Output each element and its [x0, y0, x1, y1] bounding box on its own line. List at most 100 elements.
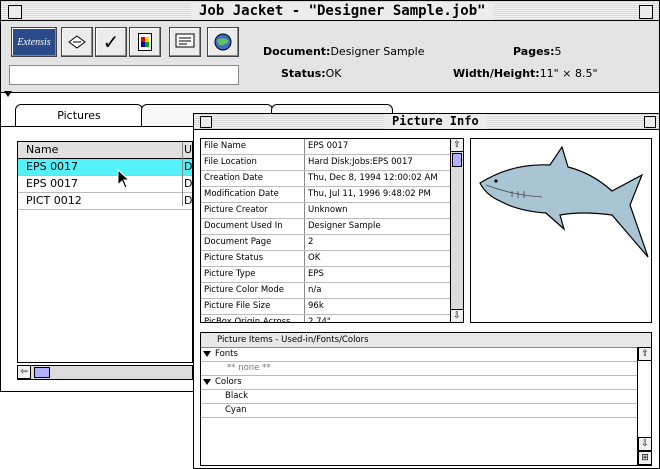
extensis-button[interactable]: Extensis: [11, 27, 57, 57]
fields-container: File Name EPS 0017 File Location Hard Disk:…: [201, 139, 463, 323]
info-field-row[interactable]: Modification Date Thu, Jul 11, 1996 9:48:…: [201, 187, 463, 203]
color-button[interactable]: [129, 27, 161, 57]
field-key: PicBox Origin Across: [201, 315, 305, 322]
info-field-row[interactable]: File Name EPS 0017: [201, 139, 463, 155]
size-label: Width/Height:: [453, 67, 540, 80]
monitor-icon: [175, 33, 195, 48]
fonts-group[interactable]: Fonts: [201, 348, 651, 362]
close-box[interactable]: [8, 5, 22, 19]
fonts-label: Fonts: [215, 349, 238, 359]
field-key: File Location: [201, 155, 305, 170]
items-header: Picture Items - Used-in/Fonts/Colors: [201, 333, 651, 348]
list-row-1[interactable]: EPS 0017 D: [18, 159, 192, 176]
toolbar-panel: Extensis ✓ Document:Designer Sample Stat…: [1, 21, 659, 93]
field-key: Picture Type: [201, 267, 305, 282]
color-name: Cyan: [225, 405, 247, 415]
row-u: D: [184, 160, 193, 173]
field-value: Hard Disk:Jobs:EPS 0017: [308, 157, 413, 167]
pages-label: Pages:: [513, 45, 555, 58]
info-field-row[interactable]: Picture Status OK: [201, 251, 463, 267]
field-key: Picture Creator: [201, 203, 305, 218]
zoom-box[interactable]: [639, 5, 653, 19]
color-row-black[interactable]: Black: [201, 390, 651, 404]
info-field-row[interactable]: Picture Creator Unknown: [201, 203, 463, 219]
info-close-box[interactable]: [200, 116, 212, 128]
info-scroll-thumb[interactable]: [452, 153, 462, 167]
colors-group[interactable]: Colors: [201, 376, 651, 390]
field-key: File Name: [201, 139, 305, 154]
color-row-cyan[interactable]: Cyan: [201, 404, 651, 418]
document-label: Document:: [263, 45, 331, 58]
fonts-none: ** none **: [227, 363, 271, 373]
pictures-list: Name U EPS 0017 D EPS 0017 D PICT 0012 D: [17, 141, 193, 363]
field-key: Creation Date: [201, 171, 305, 186]
scroll-down-icon[interactable]: ⇩: [450, 309, 464, 323]
info-field-row[interactable]: Document Used In Designer Sample: [201, 219, 463, 235]
field-key: Document Used In: [201, 219, 305, 234]
printer-driver-button[interactable]: [61, 27, 93, 57]
verify-button[interactable]: ✓: [95, 27, 127, 57]
items-scrollbar[interactable]: ⇧ ⇩ ⊞: [637, 347, 652, 465]
field-key: Picture Color Mode: [201, 283, 305, 298]
column-name[interactable]: Name: [26, 143, 58, 156]
info-field-row[interactable]: PicBox Origin Across 2.74": [201, 315, 463, 323]
info-field-row[interactable]: Picture File Size 96k: [201, 299, 463, 315]
scroll-thumb[interactable]: [34, 367, 50, 378]
horizontal-scrollbar[interactable]: ⇦: [17, 365, 193, 380]
row-name: EPS 0017: [26, 177, 79, 190]
field-value: 2.74": [308, 317, 331, 323]
info-field-row[interactable]: Creation Date Thu, Dec 8, 1994 12:00:02 A…: [201, 171, 463, 187]
mouse-pointer-icon: [117, 169, 131, 189]
field-value: EPS: [308, 269, 324, 279]
list-row-3[interactable]: PICT 0012 D: [18, 193, 192, 210]
extensis-logo: Extensis: [17, 36, 51, 48]
info-field-row[interactable]: Picture Type EPS: [201, 267, 463, 283]
monitor-button[interactable]: [169, 27, 201, 57]
column-divider: [182, 142, 183, 206]
color-icon: [138, 33, 152, 51]
colors-label: Colors: [215, 377, 242, 387]
items-scroll-down-icon[interactable]: ⇩: [638, 437, 652, 451]
scroll-left-icon[interactable]: ⇦: [17, 365, 31, 379]
status-value: OK: [325, 67, 342, 80]
info-field-row[interactable]: Picture Color Mode n/a: [201, 283, 463, 299]
field-value: n/a: [308, 285, 322, 295]
status-label: Status:: [281, 67, 326, 80]
field-value: Designer Sample: [308, 221, 381, 231]
field-value: Unknown: [308, 205, 348, 215]
resize-grip-icon[interactable]: ⊞: [638, 451, 652, 465]
field-value: 2: [308, 237, 314, 247]
field-value: Thu, Jul 11, 1996 9:48:02 PM: [308, 189, 431, 199]
pages-info: Pages:5: [513, 45, 561, 58]
info-zoom-box[interactable]: [644, 116, 656, 128]
list-row-2[interactable]: EPS 0017 D: [18, 176, 192, 193]
tab-pictures[interactable]: Pictures: [15, 104, 143, 127]
scroll-up-icon[interactable]: ⇧: [450, 138, 464, 152]
field-value: 96k: [308, 301, 324, 311]
picture-info-window: Picture Info File Name EPS 0017 File Locat…: [193, 113, 660, 469]
list-header: Name U: [18, 142, 192, 159]
globe-button[interactable]: [207, 27, 239, 57]
picture-items-panel: Picture Items - Used-in/Fonts/Colors Fon…: [200, 332, 652, 466]
column-u[interactable]: U: [184, 142, 192, 158]
items-scroll-up-icon[interactable]: ⇧: [638, 347, 652, 361]
info-titlebar[interactable]: Picture Info: [194, 114, 659, 130]
row-name: PICT 0012: [26, 194, 82, 207]
info-field-row[interactable]: Document Page 2: [201, 235, 463, 251]
text-field[interactable]: [9, 65, 239, 85]
main-titlebar[interactable]: Job Jacket - "Designer Sample.job": [1, 1, 659, 21]
globe-icon: [214, 33, 232, 51]
field-key: Document Page: [201, 235, 305, 250]
checkmark-icon: ✓: [102, 30, 120, 54]
info-field-row[interactable]: File Location Hard Disk:Jobs:EPS 0017: [201, 155, 463, 171]
field-value: OK: [308, 253, 321, 263]
colors-expand-triangle-icon[interactable]: [203, 378, 211, 385]
fonts-expand-triangle-icon[interactable]: [203, 350, 211, 357]
collapse-triangle-icon[interactable]: [4, 91, 12, 97]
field-key: Modification Date: [201, 187, 305, 202]
info-vertical-scrollbar[interactable]: ⇧ ⇩: [450, 138, 464, 323]
pages-value: 5: [554, 45, 562, 58]
size-value: 11" × 8.5": [539, 67, 598, 80]
printer-driver-icon: [68, 35, 86, 49]
status-info: Status:OK: [281, 67, 342, 80]
